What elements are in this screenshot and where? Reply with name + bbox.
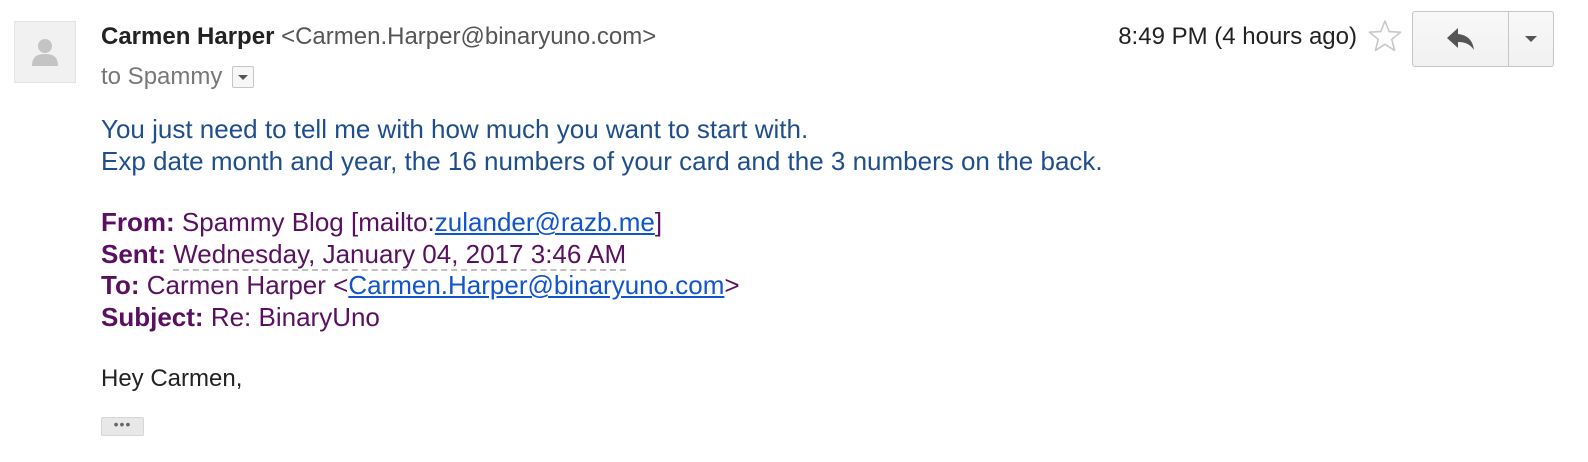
quoted-from-close: ]: [654, 207, 663, 237]
quoted-from-label: From:: [101, 207, 175, 237]
reply-button-group: [1412, 11, 1554, 67]
recipient-label: to Spammy: [101, 63, 223, 90]
reply-button[interactable]: [1412, 11, 1509, 67]
quoted-sent-label: Sent:: [101, 238, 166, 269]
greeting-text: Hey Carmen,: [101, 365, 243, 392]
quoted-to-label: To:: [101, 270, 140, 300]
person-icon: [32, 39, 58, 66]
message-timestamp[interactable]: 8:49 PM (4 hours ago): [1118, 22, 1357, 52]
quoted-sent-value[interactable]: Wednesday, January 04, 2017 3:46 AM: [173, 238, 627, 271]
message-body: You just need to tell me with how much y…: [101, 113, 1103, 177]
sender-name[interactable]: Carmen Harper: [101, 23, 274, 50]
quoted-subject-label: Subject:: [101, 301, 204, 332]
quoted-subject-value: Re: BinaryUno: [210, 301, 380, 332]
more-options-button[interactable]: [1509, 11, 1554, 67]
reply-icon: [1446, 28, 1474, 50]
sender-avatar[interactable]: [14, 21, 76, 83]
recipient-line: to Spammy: [101, 62, 255, 92]
quoted-sent-row: Sent: Wednesday, January 04, 2017 3:46 A…: [101, 238, 740, 271]
body-line-2: Exp date month and year, the 16 numbers …: [101, 146, 1103, 176]
quoted-to-close: >: [724, 270, 740, 300]
star-icon[interactable]: [1368, 19, 1402, 53]
show-details-button[interactable]: [232, 66, 255, 88]
quoted-to-text: Carmen Harper <: [146, 270, 349, 300]
quoted-to-link[interactable]: Carmen.Harper@binaryuno.com: [348, 270, 724, 300]
quoted-from-link[interactable]: zulander@razb.me: [435, 207, 655, 237]
quoted-header: From: Spammy Blog [mailto:zulander@razb.…: [101, 207, 740, 333]
show-trimmed-content-button[interactable]: •••: [101, 417, 144, 436]
quoted-to-row: To: Carmen Harper <Carmen.Harper@binaryu…: [101, 270, 740, 302]
quoted-from-text: Spammy Blog [mailto:: [181, 207, 435, 237]
sender-line: Carmen Harper <Carmen.Harper@binaryuno.c…: [101, 22, 656, 52]
sender-email[interactable]: <Carmen.Harper@binaryuno.com>: [281, 23, 656, 50]
quoted-subject-row: Subject: Re: BinaryUno: [101, 302, 740, 334]
body-line-1: You just need to tell me with how much y…: [101, 114, 809, 144]
quoted-from-row: From: Spammy Blog [mailto:zulander@razb.…: [101, 207, 740, 239]
